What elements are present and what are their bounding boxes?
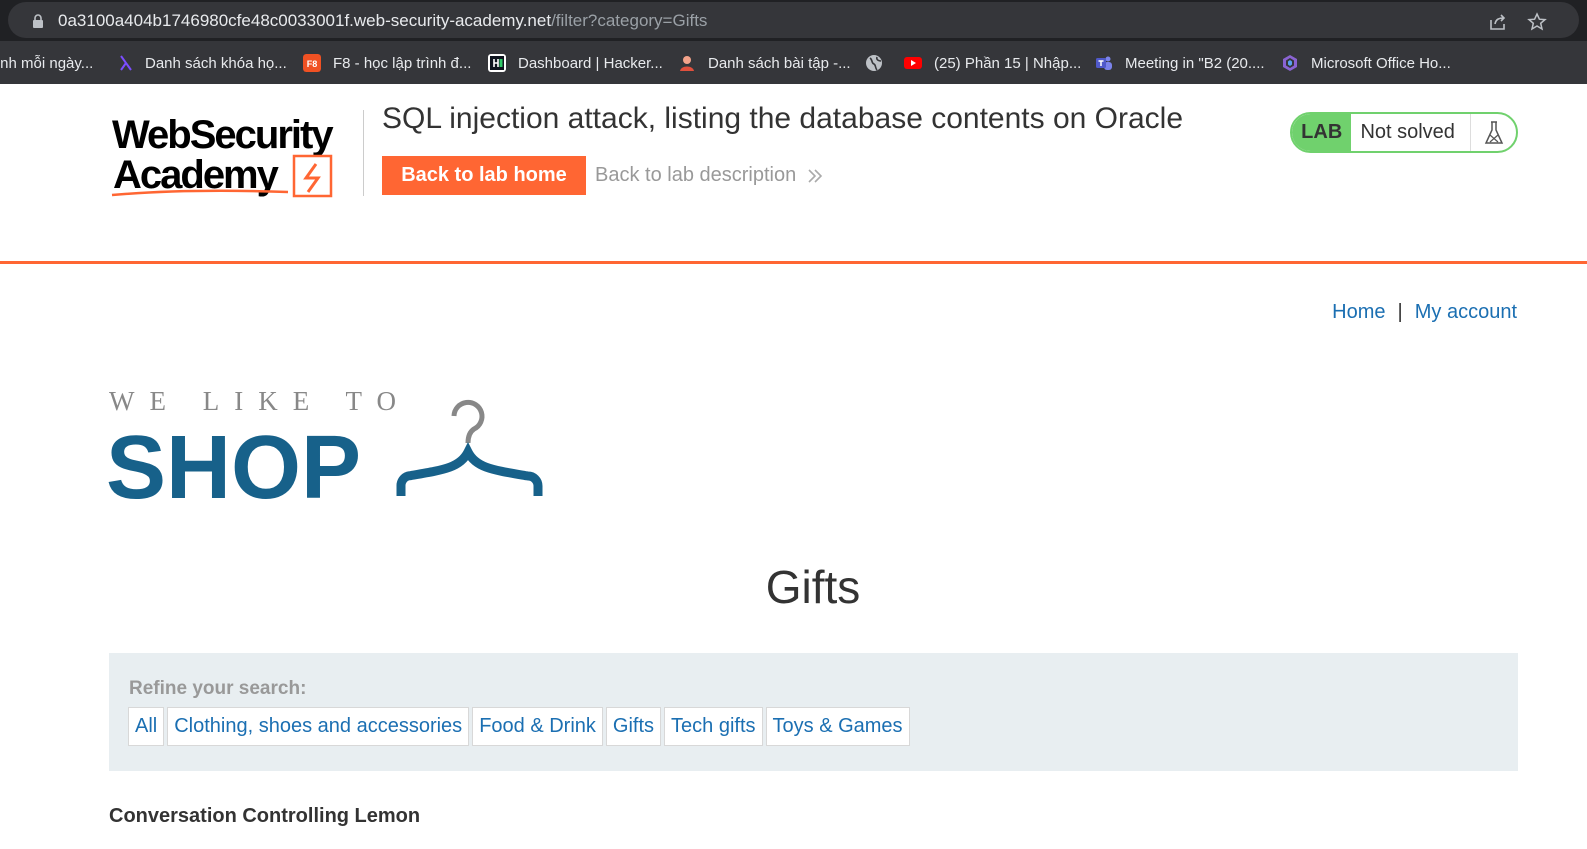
youtube-icon <box>904 57 922 69</box>
logo-text-line1: WebSecurity <box>112 113 334 157</box>
bookmark-label: Danh sách bài tập -... <box>708 54 851 72</box>
lab-status-widget: LAB Not solved <box>1290 112 1518 153</box>
filter-tech-gifts[interactable]: Tech gifts <box>664 707 763 746</box>
bookmark-item[interactable] <box>865 53 895 73</box>
bookmark-item[interactable]: Danh sách bài tập -... <box>678 53 851 73</box>
bookmark-label: ình mỗi ngày... <box>0 54 94 72</box>
back-to-lab-home-button[interactable]: Back to lab home <box>382 156 586 195</box>
f8-icon: F8 <box>303 54 321 72</box>
bookmark-item[interactable]: (25) Phần 15 | Nhập... <box>904 53 1081 73</box>
filter-gifts[interactable]: Gifts <box>605 707 662 746</box>
url-path: /filter?category=Gifts <box>551 11 708 30</box>
bookmark-item[interactable]: Meeting in "B2 (20.... <box>1095 53 1265 73</box>
shop-logo-title: SHOP <box>108 418 361 503</box>
office-icon <box>1283 55 1297 71</box>
svg-text:F8: F8 <box>307 59 318 69</box>
refine-search-panel: Refine your search: All Clothing, shoes … <box>109 653 1518 771</box>
lambda-icon <box>120 55 132 71</box>
back-to-lab-description-label: Back to lab description <box>595 164 797 186</box>
bookmark-item[interactable]: ình mỗi ngày... <box>0 53 93 73</box>
lab-badge: LAB <box>1292 114 1352 151</box>
refine-search-label: Refine your search: <box>129 678 307 699</box>
logo-bracket-icon <box>292 154 333 198</box>
bookmark-label: Danh sách khóa họ... <box>145 54 287 72</box>
hanger-hook-icon <box>451 399 485 444</box>
url-text[interactable]: 0a3100a404b1746980cfe48c0033001f.web-sec… <box>58 11 707 31</box>
web-security-academy-logo[interactable]: WebSecurity Academy <box>110 108 360 203</box>
lab-status-text: Not solved <box>1351 114 1472 151</box>
filter-clothing[interactable]: Clothing, shoes and accessories <box>167 707 470 746</box>
home-link[interactable]: Home <box>1332 301 1385 323</box>
shop-logo-tagline: WE LIKE TO <box>109 388 411 416</box>
back-to-lab-description-link[interactable]: Back to lab description <box>595 164 824 187</box>
lab-title: SQL injection attack, listing the databa… <box>382 102 1184 135</box>
we-like-to-shop-logo: WE LIKE TO SHOP <box>108 388 543 503</box>
category-filters: All Clothing, shoes and accessories Food… <box>128 707 913 746</box>
bookmark-star-icon[interactable] <box>1527 12 1547 32</box>
bookmark-label: Dashboard | Hacker... <box>518 54 663 72</box>
bookmark-label: (25) Phần 15 | Nhập... <box>934 54 1082 72</box>
hanger-body-icon <box>396 441 543 496</box>
globe-icon <box>866 55 882 71</box>
flask-icon-container <box>1471 114 1516 151</box>
top-navigation: Home | My account <box>1332 301 1517 324</box>
bookmarks-bar: ình mỗi ngày... Danh sách khóa họ... F8 … <box>0 41 1587 84</box>
url-host: 0a3100a404b1746980cfe48c0033001f.web-sec… <box>58 11 552 30</box>
filter-toys-games[interactable]: Toys & Games <box>765 707 910 746</box>
nav-separator: | <box>1397 301 1403 323</box>
bookmark-item[interactable]: F8 F8 - học lập trình đ... <box>303 53 471 73</box>
filter-all[interactable]: All <box>128 707 165 746</box>
my-account-link[interactable]: My account <box>1415 301 1517 323</box>
header-accent-line <box>0 261 1587 264</box>
bookmark-item[interactable]: Danh sách khóa họ... <box>117 53 287 73</box>
share-icon[interactable] <box>1488 12 1508 32</box>
logo-bolt-icon <box>303 163 321 193</box>
filter-food-drink[interactable]: Food & Drink <box>472 707 603 746</box>
address-bar[interactable]: 0a3100a404b1746980cfe48c0033001f.web-sec… <box>8 2 1579 38</box>
double-chevron-right-icon <box>808 168 823 183</box>
product-name: Conversation Controlling Lemon <box>109 805 421 827</box>
bookmark-label: Microsoft Office Ho... <box>1311 54 1451 72</box>
teams-icon <box>1096 56 1112 70</box>
browser-toolbar: 0a3100a404b1746980cfe48c0033001f.web-sec… <box>0 0 1587 41</box>
person-icon <box>680 56 694 71</box>
bookmark-label: F8 - học lập trình đ... <box>333 54 472 72</box>
page-title: Gifts <box>765 561 861 613</box>
bookmark-item[interactable]: Microsoft Office Ho... <box>1281 53 1451 73</box>
flask-icon <box>1484 120 1503 144</box>
bookmark-item[interactable]: Dashboard | Hacker... <box>488 53 663 73</box>
hackerrank-icon <box>488 54 506 72</box>
bookmark-label: Meeting in "B2 (20.... <box>1125 54 1265 72</box>
header-divider <box>363 110 364 196</box>
lock-icon[interactable] <box>32 14 44 28</box>
